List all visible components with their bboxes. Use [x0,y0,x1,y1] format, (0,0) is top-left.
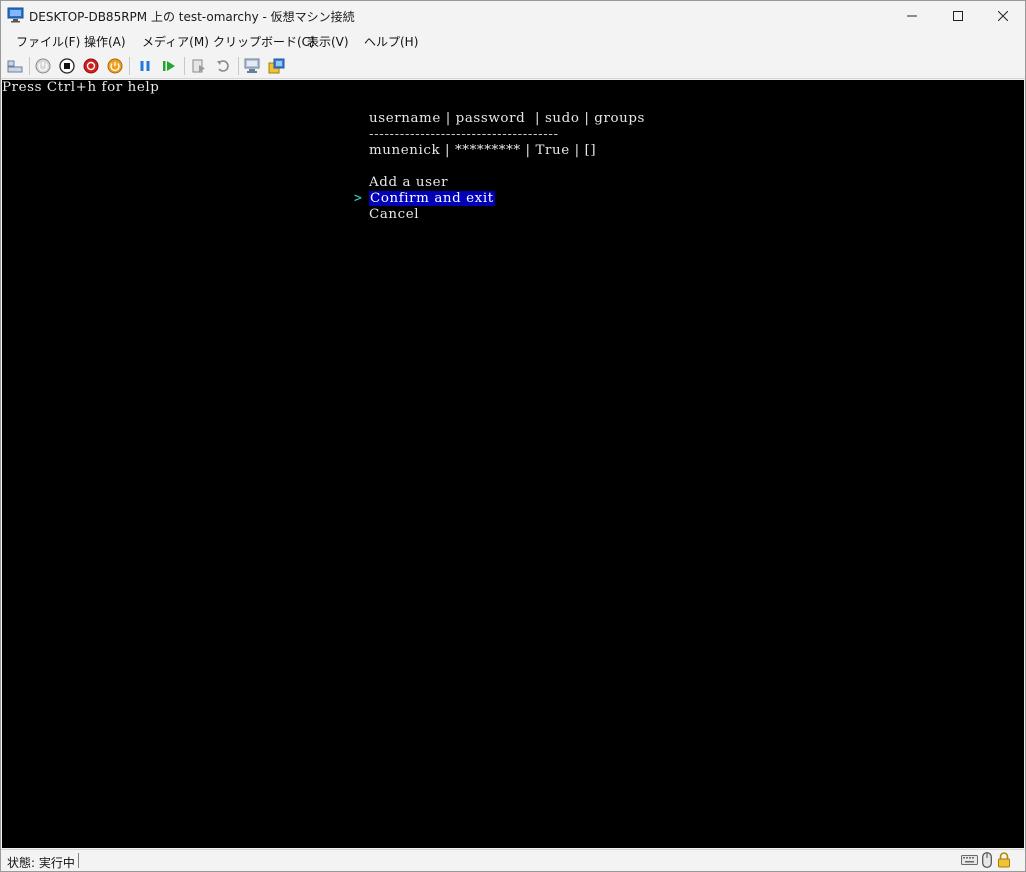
status-bar: 状態: 実行中 [1,849,1025,871]
menu-clipboard[interactable]: クリップボード(C) [213,33,315,50]
pause-icon[interactable] [135,56,155,76]
checkpoint-icon[interactable] [189,56,209,76]
vm-console-screen[interactable]: Press Ctrl+h for help username | passwor… [2,80,1024,848]
toolbar-separator [29,57,30,75]
revert-icon[interactable] [213,56,233,76]
close-button[interactable] [980,1,1026,30]
vm-connection-icon [7,7,24,23]
start-icon[interactable] [33,56,53,76]
user-table-header: username | password | sudo | groups [369,111,646,126]
ctrl-alt-del-icon[interactable] [5,56,25,76]
user-table-row: munenick | ********* | True | [] [369,143,597,158]
mouse-icon [981,852,993,868]
vm-status-text: 状態: 実行中 [7,856,75,870]
keyboard-icon [960,852,978,868]
save-state-icon[interactable] [105,56,125,76]
share-icon[interactable] [267,56,287,76]
minimize-button[interactable] [889,1,935,30]
menu-help[interactable]: ヘルプ(H) [364,33,418,50]
menu-option-confirm-exit[interactable]: Confirm and exit [369,191,495,207]
enhanced-session-icon[interactable] [243,56,263,76]
menu-view[interactable]: 表示(V) [307,33,349,50]
menu-option-confirm-exit-label: Confirm and exit [369,191,495,206]
menu-action[interactable]: 操作(A) [84,33,126,50]
help-hint: Press Ctrl+h for help [2,80,160,95]
menu-media[interactable]: メディア(M) [142,33,209,50]
user-table-separator: ------------------------------------- [369,127,559,142]
toolbar-separator [238,57,239,75]
title-bar[interactable]: DESKTOP-DB85RPM 上の test-omarchy - 仮想マシン接… [1,1,1025,30]
lock-icon [996,852,1012,868]
menu-bar: ファイル(F) 操作(A) メディア(M) クリップボード(C) 表示(V) ヘ… [1,30,1025,52]
menu-file[interactable]: ファイル(F) [16,33,80,50]
menu-option-cancel[interactable]: Cancel [369,207,419,223]
selection-cursor-icon: > [354,191,362,206]
resume-icon[interactable] [159,56,179,76]
toolbar-separator [129,57,130,75]
maximize-button[interactable] [935,1,981,30]
menu-option-add-user[interactable]: Add a user [369,175,448,191]
toolbar [1,53,1025,79]
turn-off-icon[interactable] [57,56,77,76]
vm-connection-window: DESKTOP-DB85RPM 上の test-omarchy - 仮想マシン接… [0,0,1026,872]
toolbar-separator [184,57,185,75]
shut-down-icon[interactable] [81,56,101,76]
status-divider [78,853,79,868]
window-title: DESKTOP-DB85RPM 上の test-omarchy - 仮想マシン接… [29,10,355,24]
